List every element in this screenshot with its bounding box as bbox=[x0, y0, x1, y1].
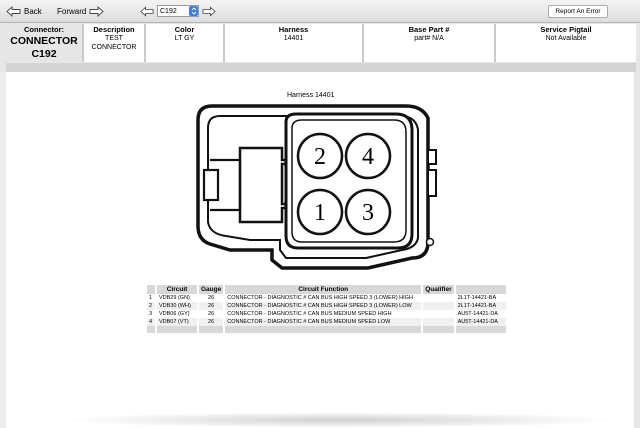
table-row: 3 VDB06 (GY) 26 CONNECTOR - DIAGNOSTIC #… bbox=[147, 310, 508, 318]
pin-4-label: 4 bbox=[362, 144, 374, 170]
base-part-value: part# N/A bbox=[414, 35, 444, 42]
table-row: 4 VDB07 (VT) 26 CONNECTOR - DIAGNOSTIC #… bbox=[147, 318, 508, 326]
connector-name-line2: C192 bbox=[31, 48, 57, 60]
qualifier-cell bbox=[422, 294, 456, 302]
function-cell: CONNECTOR - DIAGNOSTIC # CAN BUS MEDIUM … bbox=[224, 310, 424, 318]
color-cell: Color LT GY bbox=[146, 24, 223, 62]
connector-heading: Connector: bbox=[24, 25, 64, 34]
pin-cell: 4 bbox=[147, 318, 157, 326]
pin-3-label: 3 bbox=[362, 200, 374, 226]
gauge-column-header: Gauge bbox=[198, 285, 226, 294]
connector-info-header: Connector: CONNECTOR C192 Description TE… bbox=[6, 24, 636, 62]
circuit-table-header: Circuit Gauge Circuit Function Qualifier bbox=[147, 285, 508, 294]
part-cell: 2L1T-14421-BA bbox=[454, 294, 508, 302]
pin-1-label: 1 bbox=[314, 200, 326, 226]
connector-name-line1: CONNECTOR bbox=[10, 35, 78, 47]
back-button[interactable]: Back bbox=[6, 3, 42, 19]
description-cell: Description TEST CONNECTOR bbox=[84, 24, 144, 62]
part-cell: AU5T-14421-DA bbox=[454, 310, 508, 318]
service-pigtail-value: Not Available bbox=[545, 35, 587, 42]
pin-cell: 1 bbox=[147, 294, 157, 302]
function-cell: CONNECTOR - DIAGNOSTIC # CAN BUS MEDIUM … bbox=[224, 318, 424, 326]
gauge-cell: 26 bbox=[198, 302, 226, 310]
qualifier-cell bbox=[422, 302, 456, 310]
connector-select-value: C192 bbox=[160, 8, 177, 15]
gauge-cell: 26 bbox=[198, 294, 226, 302]
description-value-line1: TEST bbox=[105, 35, 123, 42]
circuit-cell: VDB07 (VT) bbox=[156, 318, 199, 326]
diagram-title: Harness 14401 bbox=[287, 92, 335, 99]
circuit-cell: VDB06 (GY) bbox=[156, 310, 199, 318]
report-error-button[interactable]: Report An Error bbox=[548, 5, 608, 18]
connector-select[interactable]: C192 bbox=[157, 5, 199, 17]
harness-heading: Harness bbox=[278, 25, 309, 34]
harness-cell: Harness 14401 bbox=[225, 24, 362, 62]
description-value-line2: CONNECTOR bbox=[91, 44, 137, 51]
part-cell: 2L1T-14421-BA bbox=[454, 302, 508, 310]
circuit-cell: VDB30 (WH) bbox=[156, 302, 199, 310]
pin-2: 2 bbox=[296, 132, 344, 180]
pin-cell: 2 bbox=[147, 302, 157, 310]
circuit-function-column-header: Circuit Function bbox=[224, 285, 424, 294]
function-cell: CONNECTOR - DIAGNOSTIC # CAN BUS HIGH SP… bbox=[224, 294, 424, 302]
function-cell: CONNECTOR - DIAGNOSTIC # CAN BUS HIGH SP… bbox=[224, 302, 424, 310]
pin-column-header bbox=[147, 285, 157, 294]
circuit-table: Circuit Gauge Circuit Function Qualifier… bbox=[147, 285, 508, 333]
color-heading: Color bbox=[174, 25, 195, 34]
table-row: 1 VDB29 (GN) 26 CONNECTOR - DIAGNOSTIC #… bbox=[147, 294, 508, 302]
forward-label: Forward bbox=[57, 6, 87, 16]
qualifier-column-header: Qualifier bbox=[422, 285, 456, 294]
pin-2-label: 2 bbox=[314, 144, 326, 170]
pin-4: 4 bbox=[344, 132, 392, 180]
service-pigtail-cell: Service Pigtail Not Available bbox=[496, 24, 636, 62]
arrow-left-icon bbox=[6, 5, 21, 17]
circuit-column-header: Circuit bbox=[156, 285, 199, 294]
pin-3: 3 bbox=[344, 188, 392, 236]
bottom-shadow bbox=[60, 412, 620, 428]
back-label: Back bbox=[24, 6, 42, 16]
table-footer-row bbox=[147, 326, 508, 333]
pin-cell: 3 bbox=[147, 310, 157, 318]
description-heading: Description bbox=[93, 25, 135, 34]
toolbar: Back Forward C192 Report An Error bbox=[0, 0, 640, 23]
part-cell: AU5T-14421-DA bbox=[454, 318, 508, 326]
base-part-heading: Base Part # bbox=[408, 25, 450, 34]
connector-face-diagram: 2 4 1 3 bbox=[196, 104, 437, 270]
qualifier-cell bbox=[422, 310, 456, 318]
connector-cell: Connector: CONNECTOR C192 bbox=[6, 24, 82, 62]
header-divider bbox=[6, 63, 636, 72]
previous-connector-button[interactable] bbox=[140, 4, 154, 22]
qualifier-cell bbox=[422, 318, 456, 326]
forward-button[interactable]: Forward bbox=[57, 3, 107, 19]
service-pigtail-heading: Service Pigtail bbox=[540, 25, 592, 34]
harness-value: 14401 bbox=[283, 35, 304, 42]
pin-1: 1 bbox=[296, 188, 344, 236]
gauge-cell: 26 bbox=[198, 318, 226, 326]
color-value: LT GY bbox=[174, 35, 195, 42]
select-chevron-icon bbox=[189, 6, 198, 16]
gauge-cell: 26 bbox=[198, 310, 226, 318]
table-row: 2 VDB30 (WH) 26 CONNECTOR - DIAGNOSTIC #… bbox=[147, 302, 508, 310]
arrow-right-icon bbox=[89, 5, 105, 17]
part-column-header bbox=[454, 285, 508, 294]
base-part-cell: Base Part # part# N/A bbox=[364, 24, 494, 62]
circuit-cell: VDB29 (GN) bbox=[156, 294, 199, 302]
next-connector-button[interactable] bbox=[202, 4, 216, 22]
